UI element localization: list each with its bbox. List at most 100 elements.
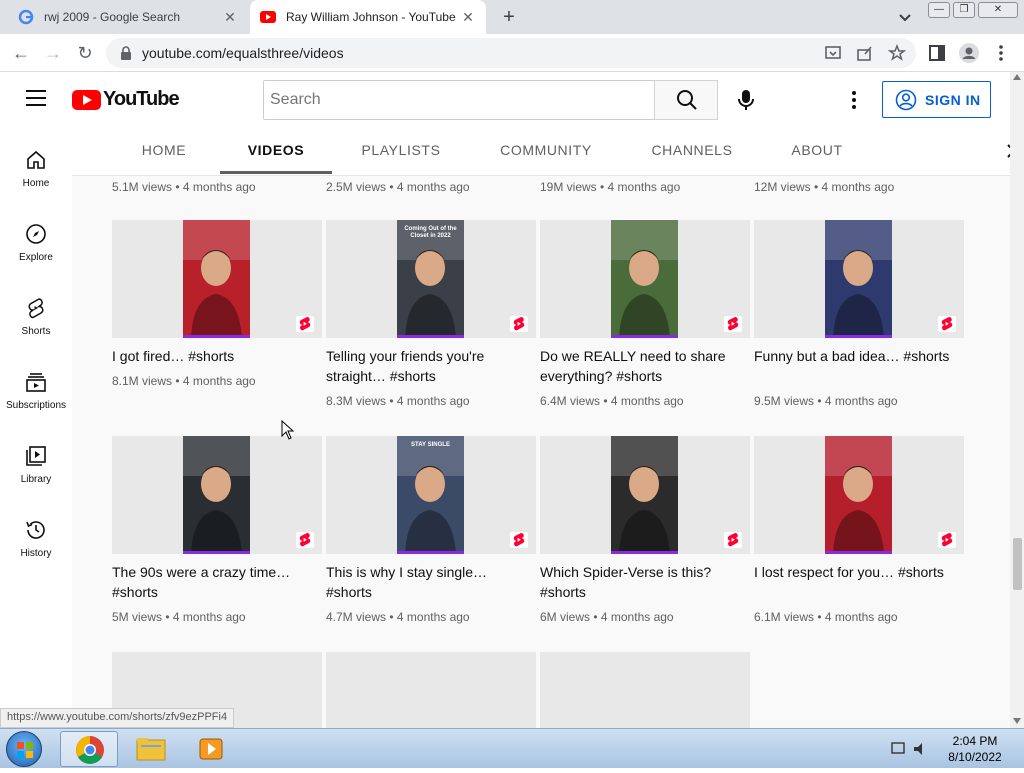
shorts-progress-bar (397, 335, 464, 338)
video-thumbnail[interactable] (754, 220, 964, 338)
video-title[interactable]: This is why I stay single… #shorts (326, 562, 536, 602)
video-meta: 5M views • 4 months ago (112, 610, 246, 624)
video-card[interactable]: I lost respect for you… #shorts 6.1M view… (754, 436, 964, 624)
reload-button[interactable]: ↻ (74, 42, 96, 64)
sidebar-item-library[interactable]: Library (0, 444, 72, 518)
sidebar-item-label: Home (22, 178, 50, 189)
close-tab-icon[interactable]: ✕ (460, 9, 476, 26)
sidebar-item-subscriptions[interactable]: Subscriptions (0, 370, 72, 444)
tab-title: rwj 2009 - Google Search (44, 10, 181, 24)
install-icon[interactable] (824, 44, 842, 62)
shorts-badge-icon (724, 316, 742, 332)
browser-menu-icon[interactable] (990, 42, 1012, 64)
video-title[interactable]: Telling your friends you're straight… #s… (326, 346, 536, 386)
tab-playlists[interactable]: PLAYLISTS (352, 128, 450, 174)
tray-network-volume-icon[interactable] (890, 739, 930, 759)
taskbar-chrome[interactable] (60, 731, 118, 767)
video-card[interactable]: Which Spider-Verse is this? #shorts 6M vi… (540, 436, 750, 624)
microphone-icon[interactable] (734, 88, 758, 112)
video-grid: 5.1M views • 4 months ago 2.5M views • 4… (72, 176, 1010, 728)
shorts-badge-icon (938, 532, 956, 548)
new-tab-button[interactable]: + (498, 6, 520, 28)
sign-in-button[interactable]: SIGN IN (882, 81, 991, 118)
video-title[interactable]: I got fired… #shorts (112, 346, 322, 366)
sidebar-item-home[interactable]: Home (0, 148, 72, 222)
tab-youtube[interactable]: Ray William Johnson - YouTube ✕ (250, 0, 486, 34)
close-window-button[interactable]: ✕ (978, 2, 1018, 18)
tab-videos[interactable]: VIDEOS (220, 128, 332, 174)
url-text: youtube.com/equalsthree/videos (142, 45, 344, 61)
thumbnail-image (183, 220, 250, 338)
video-card[interactable]: I got fired… #shorts 8.1M views • 4 month… (112, 220, 322, 388)
browser-toolbar: ← → ↻ youtube.com/equalsthree/videos (0, 34, 1024, 72)
chrome-icon (76, 736, 104, 764)
minimize-button[interactable]: — (928, 2, 950, 18)
video-thumbnail[interactable] (754, 436, 964, 554)
video-title[interactable]: I lost respect for you… #shorts (754, 562, 964, 602)
tab-google-search[interactable]: rwj 2009 - Google Search ✕ (8, 0, 248, 34)
page-scrollbar[interactable] (1010, 72, 1024, 728)
settings-more-icon[interactable] (850, 88, 858, 112)
history-icon (26, 521, 45, 539)
video-card[interactable]: Coming Out of the Closet in 2022 Telling … (326, 220, 536, 408)
restore-button[interactable]: ❐ (953, 2, 975, 18)
shorts-progress-bar (611, 551, 678, 554)
scrollbar-thumb[interactable] (1013, 538, 1022, 590)
back-button[interactable]: ← (10, 42, 32, 64)
video-thumbnail[interactable] (540, 436, 750, 554)
bookmark-star-icon[interactable] (888, 44, 906, 62)
video-thumbnail[interactable] (112, 436, 322, 554)
account-circle-icon (895, 89, 917, 110)
shorts-badge-icon (724, 532, 742, 548)
lock-icon[interactable] (120, 46, 132, 60)
video-title[interactable]: Do we REALLY need to share everything? #… (540, 346, 750, 386)
sidebar-item-history[interactable]: History (0, 518, 72, 592)
tab-search-chevron-icon[interactable] (896, 8, 914, 26)
video-title[interactable]: Which Spider-Verse is this? #shorts (540, 562, 750, 602)
subscriptions-icon (26, 373, 46, 392)
side-panel-icon[interactable] (926, 42, 948, 64)
share-icon[interactable] (856, 44, 874, 62)
taskbar-clock[interactable]: 2:04 PM 8/10/2022 (940, 733, 1010, 765)
video-thumbnail-placeholder[interactable] (326, 652, 536, 728)
video-thumbnail[interactable]: STAY SINGLE (326, 436, 536, 554)
shorts-progress-bar (183, 335, 250, 338)
tab-community[interactable]: COMMUNITY (492, 128, 600, 174)
search-input[interactable] (263, 80, 655, 120)
video-meta: 5.1M views • 4 months ago (112, 180, 256, 194)
profile-avatar-icon[interactable] (958, 42, 980, 64)
tab-about[interactable]: ABOUT (784, 128, 850, 174)
scroll-down-arrow[interactable] (1013, 718, 1021, 724)
video-card[interactable]: Do we REALLY need to share everything? #… (540, 220, 750, 408)
video-thumbnail[interactable]: Coming Out of the Closet in 2022 (326, 220, 536, 338)
video-card[interactable]: STAY SINGLE This is why I stay single… #s… (326, 436, 536, 624)
youtube-masthead: YouTube SIGN IN (0, 72, 1010, 128)
sidebar-item-shorts[interactable]: Shorts (0, 296, 72, 370)
video-meta: 19M views • 4 months ago (540, 180, 681, 194)
video-title[interactable]: Funny but a bad idea… #shorts (754, 346, 964, 386)
shorts-badge-icon (510, 316, 528, 332)
scroll-up-arrow[interactable] (1013, 74, 1021, 80)
taskbar-media-player[interactable] (182, 731, 240, 767)
address-bar[interactable]: youtube.com/equalsthree/videos (106, 38, 916, 68)
video-thumbnail[interactable] (540, 220, 750, 338)
video-card[interactable]: The 90s were a crazy time… #shorts 5M vie… (112, 436, 322, 624)
sidebar-item-explore[interactable]: Explore (0, 222, 72, 296)
start-button[interactable] (6, 731, 42, 767)
tab-home[interactable]: HOME (128, 128, 200, 174)
taskbar-explorer[interactable] (122, 731, 180, 767)
tab-channels[interactable]: CHANNELS (644, 128, 740, 174)
video-thumbnail-placeholder[interactable] (540, 652, 750, 728)
close-tab-icon[interactable]: ✕ (222, 9, 238, 26)
shorts-badge-icon (296, 316, 314, 332)
video-meta: 6M views • 4 months ago (540, 610, 674, 624)
youtube-logo[interactable]: YouTube (72, 88, 180, 111)
search-button[interactable] (654, 80, 718, 120)
forward-button[interactable]: → (42, 42, 64, 64)
hamburger-menu-icon[interactable] (26, 90, 46, 106)
video-thumbnail[interactable] (112, 220, 322, 338)
video-title[interactable]: The 90s were a crazy time… #shorts (112, 562, 322, 602)
status-bar-url: https://www.youtube.com/shorts/zfv9ezPPF… (0, 708, 235, 728)
thumbnail-image (611, 220, 678, 338)
video-card[interactable]: Funny but a bad idea… #shorts 9.5M views … (754, 220, 964, 408)
